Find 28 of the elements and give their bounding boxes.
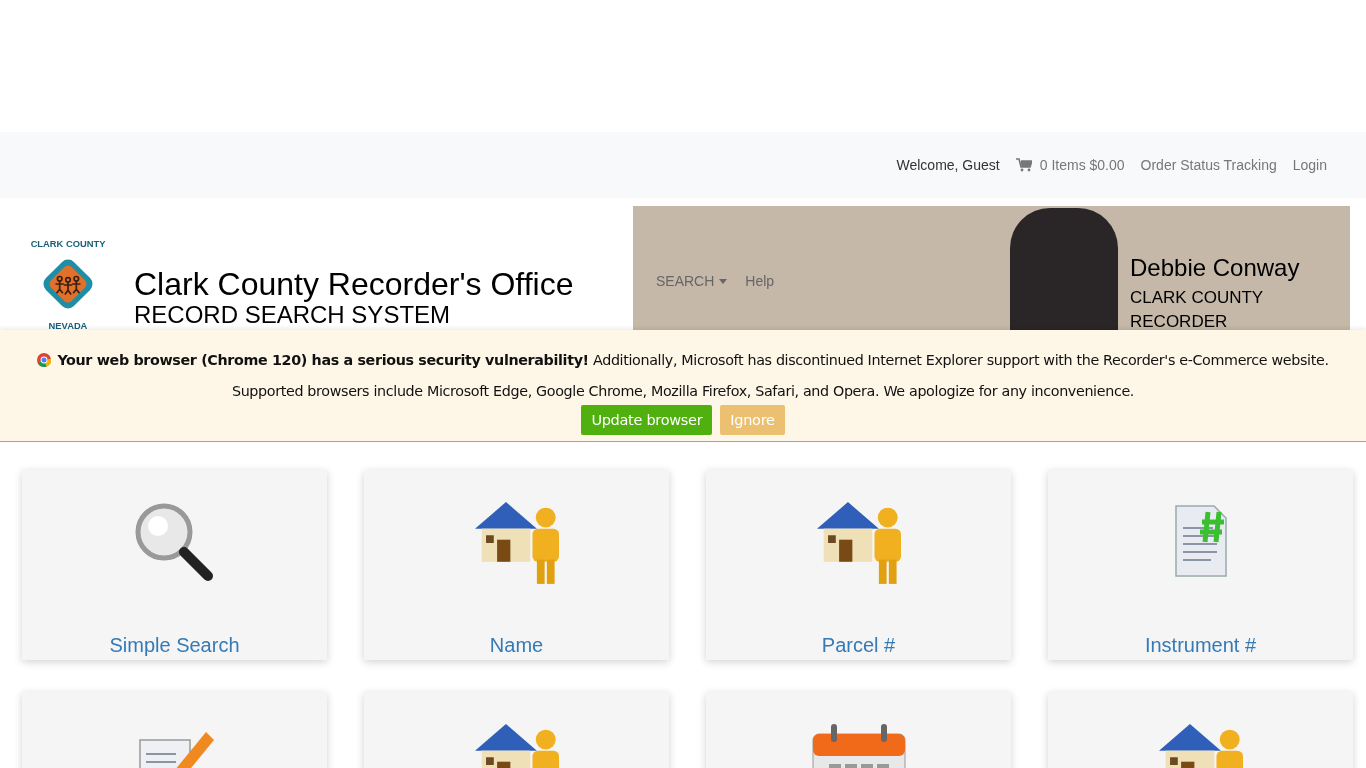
caret-icon	[719, 278, 728, 284]
card-label: Parcel #	[821, 634, 896, 657]
search-option-card[interactable]: Name	[364, 470, 669, 660]
warning-message: Your web browser (Chrome 120) has a serious security vulnerability! Additionally, Microsoft has discontinued Internet Explorer support with the Recorder's e-Commerce website.	[57, 350, 1329, 370]
recorder-title: CLARK COUNTY RECORDER	[1130, 287, 1264, 330]
welcome-text: Welcome, Guest	[896, 157, 1000, 173]
system-subtitle: RECORD SEARCH SYSTEM	[134, 302, 452, 328]
card-label: Instrument #	[1144, 634, 1257, 657]
recorder-name: Debbie Conway	[1130, 254, 1301, 282]
cart-icon	[1015, 158, 1032, 172]
search-option-card[interactable]: Simple Search	[22, 470, 327, 660]
help-link[interactable]: Help	[745, 273, 775, 289]
search-option-card[interactable]: Parcel #	[706, 470, 1011, 660]
search-option-card[interactable]: Instrument #	[1048, 470, 1353, 660]
browser-support-message: Supported browsers include Microsoft Edge, Google Chrome, Mozilla Firefox, Safari, and Opera. We apologize for any inconvenience.	[231, 381, 1135, 401]
cart-link[interactable]: 0 Items $0.00	[1015, 157, 1125, 173]
house-and-person-icon	[474, 502, 559, 584]
logo-text: CLARK COUNTY	[30, 238, 106, 249]
update-browser-button[interactable]: Update browser	[581, 405, 713, 435]
search-menu[interactable]: SEARCH	[656, 273, 728, 289]
card-label: Simple Search	[109, 634, 240, 657]
nav-link[interactable]: Order Status Tracking	[1140, 157, 1277, 173]
office-title: Clark County Recorder's Office	[134, 266, 574, 302]
nav-link[interactable]: Login	[1292, 157, 1327, 173]
logo-text: NEVADA	[48, 320, 88, 330]
card-label: Name	[489, 634, 544, 657]
browser-icon	[37, 352, 52, 367]
house-and-person-icon	[816, 502, 901, 584]
